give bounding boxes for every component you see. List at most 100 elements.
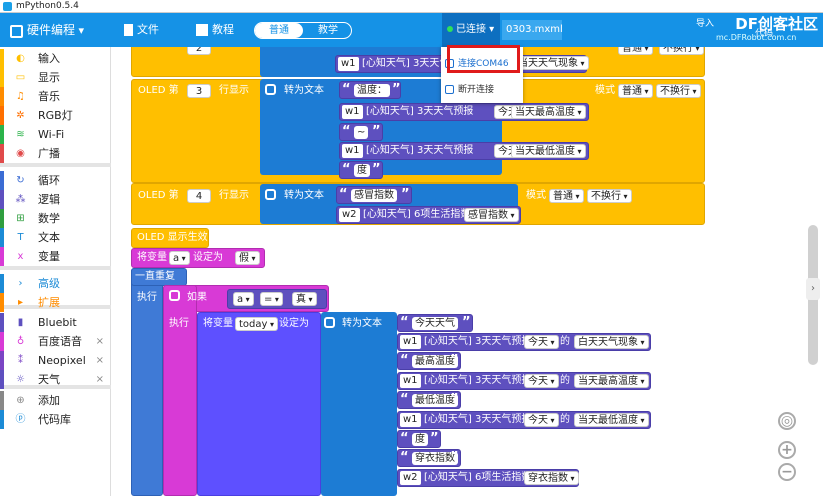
sidebar-item-label: 添加 xyxy=(38,394,60,407)
collapse-panel-icon[interactable]: › xyxy=(806,278,820,300)
text-block[interactable]: “穿衣指数” xyxy=(397,449,461,467)
sidebar-item[interactable]: ◐ 输入 xyxy=(0,49,111,68)
text-block[interactable]: “~” xyxy=(339,123,383,141)
day-dropdown[interactable]: 今天 xyxy=(524,374,559,388)
text-block[interactable]: “最高温度” xyxy=(397,352,461,370)
text-value: 感冒指数 xyxy=(351,189,397,202)
wrap-dropdown[interactable]: 不换行 xyxy=(659,47,704,55)
set-today-block[interactable] xyxy=(197,312,321,496)
text-block[interactable]: “度” xyxy=(397,430,441,448)
sidebar-item[interactable]: T 文本 xyxy=(0,228,111,247)
text-value: ~ xyxy=(354,126,369,139)
weather-value-block[interactable]: w1 [心知天气] 3天天气预报 今天 的 当天最低温度 xyxy=(397,411,651,429)
center-icon[interactable]: ◎ xyxy=(778,412,796,430)
close-icon[interactable]: × xyxy=(96,351,104,370)
gear-icon[interactable] xyxy=(265,84,276,95)
weather-value-block[interactable]: w1 [心知天气] 3天天气预报 今天 的 白天天气现象 xyxy=(397,333,651,351)
wrap-dropdown[interactable]: 不换行 xyxy=(587,189,632,203)
import-button[interactable]: 导入 xyxy=(696,17,714,51)
mode-title: 硬件编程 xyxy=(27,23,76,37)
weather-value-block[interactable]: w2 [心知天气] 6项生活指数 感冒指数 xyxy=(336,206,521,224)
mode-dropdown[interactable]: 普通 xyxy=(618,84,653,98)
to-text-block[interactable] xyxy=(321,312,397,496)
oled-label: OLED 第 xyxy=(138,85,179,96)
text-block[interactable]: “温度：” xyxy=(339,81,401,99)
gear-icon[interactable] xyxy=(324,317,335,328)
mode-dropdown[interactable]: 普通 xyxy=(618,47,653,55)
sidebar-item[interactable]: ♁ 百度语音 × xyxy=(0,332,111,351)
sidebar-item[interactable]: › 高级 xyxy=(0,274,111,293)
day-dropdown[interactable]: 今天 xyxy=(524,413,559,427)
set-var-label: 将变量 xyxy=(137,252,167,263)
index-dropdown[interactable]: 穿衣指数 xyxy=(524,471,579,485)
block-workspace[interactable]: 2 w1 [心知天气] 3天天气 当天天气现象 普通 不换行 OLED 第 3 … xyxy=(111,47,823,496)
mode-teach[interactable]: 教学 xyxy=(305,23,351,38)
sidebar-item-label: 扩展 xyxy=(38,296,60,309)
text-block[interactable]: “度” xyxy=(339,161,383,179)
category-icon: ⁂ xyxy=(15,194,26,205)
operator-dropdown[interactable]: = xyxy=(260,292,283,306)
tutorial-menu[interactable]: 教程 xyxy=(196,13,234,47)
file-name-field[interactable]: 0303.mxml xyxy=(502,20,563,40)
day-dropdown[interactable]: 今天 xyxy=(524,335,559,349)
sidebar-item[interactable]: ▸ 扩展 xyxy=(0,293,111,312)
mode-toggle[interactable]: 普通 教学 xyxy=(254,22,352,39)
text-block[interactable]: “今天天气” xyxy=(397,314,473,332)
line-label: 行显示 xyxy=(219,85,249,96)
category-icon: ▮ xyxy=(17,317,24,328)
mode-normal[interactable]: 普通 xyxy=(255,23,303,38)
text-value: 温度： xyxy=(354,84,390,97)
disconnect-item[interactable]: 断开连接 xyxy=(441,77,523,103)
sidebar-item[interactable]: ⁂ 逻辑 xyxy=(0,190,111,209)
gear-icon[interactable] xyxy=(169,290,180,301)
highlight-box xyxy=(447,45,520,73)
var-dropdown[interactable]: a xyxy=(233,292,254,306)
text-block[interactable]: “最低温度” xyxy=(397,391,461,409)
wrap-dropdown[interactable]: 不换行 xyxy=(656,84,701,98)
sidebar-item[interactable]: ☼ 天气 × xyxy=(0,370,111,389)
field-dropdown[interactable]: 当天最高温度 xyxy=(574,374,649,388)
category-icon: ⊞ xyxy=(16,213,25,224)
field-dropdown[interactable]: 当天最高温度 xyxy=(511,105,586,119)
bool-dropdown[interactable]: 真 xyxy=(292,292,317,306)
sidebar-item[interactable]: x 变量 xyxy=(0,247,111,266)
field-dropdown[interactable]: 白天天气现象 xyxy=(574,335,649,349)
sidebar-item[interactable]: ⊕ 添加 xyxy=(0,391,111,410)
weather-text: [心知天气] 6项生活指数 xyxy=(424,472,532,483)
sidebar-item[interactable]: ↻ 循环 xyxy=(0,171,111,190)
category-color-bar xyxy=(0,49,4,68)
sidebar-item[interactable]: ▭ 显示 xyxy=(0,68,111,87)
sidebar-item[interactable]: ♫ 音乐 xyxy=(0,87,111,106)
file-menu[interactable]: 文件 xyxy=(124,13,159,47)
sidebar-item[interactable]: ⁑ Neopixel × xyxy=(0,351,111,370)
sidebar-item[interactable]: ✲ RGB灯 xyxy=(0,106,111,125)
zoom-in-icon[interactable]: + xyxy=(778,441,796,459)
sidebar-item[interactable]: ◉ 广播 xyxy=(0,144,111,163)
var-dropdown[interactable]: a xyxy=(169,251,190,265)
sidebar-item[interactable]: ≋ Wi-Fi xyxy=(0,125,111,144)
zoom-out-icon[interactable]: − xyxy=(778,463,796,481)
phen-dropdown[interactable]: 当天天气现象 xyxy=(514,56,589,70)
sidebar-item-label: 逻辑 xyxy=(38,193,60,206)
row-input[interactable]: 3 xyxy=(187,84,211,98)
gear-icon[interactable] xyxy=(265,189,276,200)
mode-menu[interactable]: 硬件编程 ▾ xyxy=(10,13,84,47)
close-icon[interactable]: × xyxy=(96,370,104,389)
bool-dropdown[interactable]: 假 xyxy=(235,251,260,265)
sidebar-item[interactable]: ⓟ 代码库 xyxy=(0,410,111,429)
field-dropdown[interactable]: 当天最低温度 xyxy=(511,144,586,158)
category-color-bar xyxy=(0,370,4,389)
weather-value-block[interactable]: w1 [心知天气] 3天天气预报 今天 的 当天最高温度 xyxy=(397,372,651,390)
field-dropdown[interactable]: 当天最低温度 xyxy=(574,413,649,427)
var-dropdown[interactable]: today xyxy=(235,317,278,331)
sidebar-item[interactable]: ▮ Bluebit xyxy=(0,313,111,332)
weather-value-block[interactable]: w2 [心知天气] 6项生活指数 穿衣指数 xyxy=(397,469,579,487)
index-dropdown[interactable]: 感冒指数 xyxy=(464,208,519,222)
row-input[interactable]: 4 xyxy=(187,189,211,203)
text-block[interactable]: “感冒指数” xyxy=(336,186,412,204)
mode-dropdown[interactable]: 普通 xyxy=(549,189,584,203)
close-icon[interactable]: × xyxy=(96,332,104,351)
row-input[interactable]: 2 xyxy=(187,47,211,55)
sidebar-item[interactable]: ⊞ 数学 xyxy=(0,209,111,228)
connection-status[interactable]: 已连接 ▾ xyxy=(442,13,500,47)
